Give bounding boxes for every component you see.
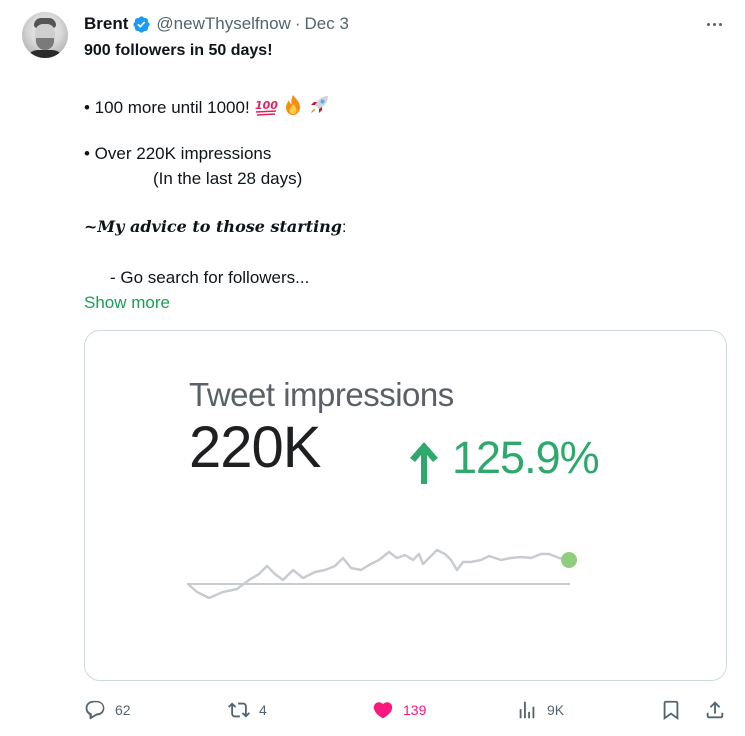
arrow-up-icon — [410, 442, 438, 484]
bookmark-button[interactable] — [660, 699, 682, 721]
retweet-icon — [228, 702, 250, 718]
share-icon — [706, 701, 724, 719]
reply-icon — [85, 700, 105, 720]
views-count: 9K — [547, 702, 565, 718]
impressions-sparkline — [187, 548, 577, 600]
heart-icon — [373, 702, 393, 719]
like-count: 139 — [403, 702, 427, 718]
tweet-line-1-text: • 100 more until 1000! — [84, 98, 250, 117]
rocket-icon — [310, 96, 328, 113]
tweet-header: Brent @newThyselfnow · Dec 3 — [84, 13, 349, 35]
author-handle[interactable]: @newThyselfnow — [156, 14, 290, 34]
verified-icon — [133, 15, 151, 33]
tweet-line-3: (In the last 28 days) — [153, 169, 303, 188]
views-button[interactable]: 9K — [516, 699, 564, 721]
author-name[interactable]: Brent — [84, 14, 128, 34]
tweet-headline: 900 followers in 50 days! — [84, 42, 273, 59]
views-icon — [519, 701, 535, 719]
retweet-count: 4 — [259, 702, 267, 718]
avatar[interactable] — [22, 12, 68, 58]
tweet-line-4: - Go search for followers... — [110, 268, 310, 287]
hundred-icon: 100 — [255, 99, 278, 116]
sparkline-line — [187, 548, 570, 600]
fire-icon — [286, 95, 301, 115]
share-button[interactable] — [704, 699, 726, 721]
advice-label: ~My advice to those starting — [84, 217, 342, 236]
avatar-shirt — [26, 50, 64, 58]
tweet-line-2: • Over 220K impressions — [84, 144, 272, 163]
impressions-change: 125.9% — [452, 432, 600, 483]
reply-button[interactable]: 62 — [84, 699, 131, 721]
impressions-title: Tweet impressions — [189, 376, 454, 413]
like-button[interactable]: 139 — [372, 699, 426, 721]
reply-count: 62 — [115, 702, 131, 718]
bookmark-icon — [663, 700, 679, 721]
retweet-button[interactable]: 4 — [228, 699, 267, 721]
more-icon[interactable] — [702, 12, 726, 36]
sparkline-endpoint — [561, 552, 577, 568]
tweet-advice: ~My advice to those starting: — [84, 217, 346, 237]
avatar-beard — [36, 38, 54, 50]
action-bar: 62 4 139 9K — [0, 699, 745, 723]
impressions-value: 220K — [189, 415, 321, 480]
svg-text:100: 100 — [255, 99, 278, 112]
advice-colon: : — [341, 219, 347, 236]
tweet-date[interactable]: Dec 3 — [305, 14, 349, 34]
show-more-link[interactable]: Show more — [84, 293, 170, 313]
separator: · — [294, 14, 301, 33]
tweet-line-1: • 100 more until 1000! 100 — [84, 94, 330, 118]
